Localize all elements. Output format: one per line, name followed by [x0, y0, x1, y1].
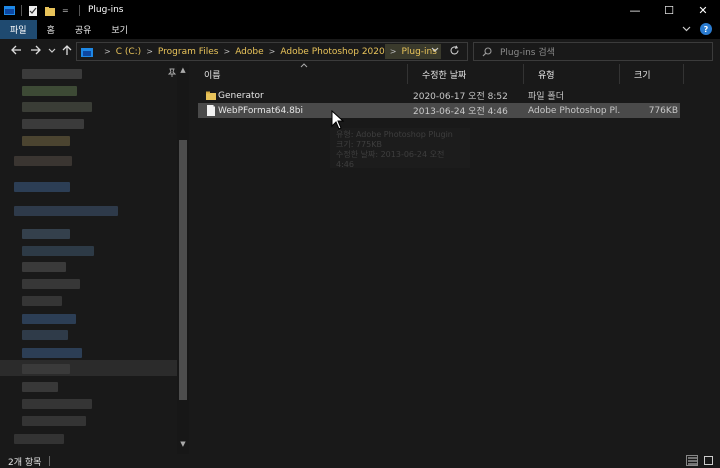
file-name: Generator — [218, 90, 264, 101]
tooltip-size-line: 크기: 775KB — [336, 140, 382, 149]
breadcrumb-separator: > — [146, 47, 153, 56]
breadcrumb-adobe[interactable]: Adobe — [235, 47, 263, 57]
nav-item[interactable] — [22, 69, 82, 79]
divider — [49, 456, 51, 466]
scrollbar-thumb[interactable] — [179, 140, 187, 400]
table-row[interactable]: WebPFormat64.8bi 2013-06-24 오전 4:46 Adob… — [198, 103, 680, 118]
breadcrumb-separator: > — [223, 47, 231, 56]
nav-item[interactable] — [22, 136, 70, 146]
scroll-up-arrow-icon[interactable]: ▲ — [178, 66, 188, 76]
ribbon-tabs: 파일 홈 공유 보기 ? — [0, 20, 720, 39]
file-type: 파일 폴더 — [528, 92, 564, 102]
table-row[interactable]: Generator 2020-06-17 오전 8:52 파일 폴더 — [198, 88, 680, 103]
tab-view[interactable]: 보기 — [101, 20, 138, 39]
nav-item[interactable] — [22, 296, 62, 306]
address-bar[interactable]: > C (C:) > Program Files > Adobe > Adobe… — [76, 42, 468, 61]
forward-arrow-icon[interactable] — [29, 45, 41, 57]
maximize-button[interactable]: ☐ — [652, 0, 686, 20]
column-header-size[interactable]: 크기 — [620, 64, 684, 84]
column-header-type[interactable]: 유형 — [524, 64, 620, 84]
minimize-button[interactable]: — — [618, 0, 652, 20]
breadcrumb-photoshop[interactable]: Adobe Photoshop 2020 — [280, 47, 384, 57]
search-placeholder: Plug-ins 검색 — [500, 48, 555, 58]
recent-locations-chevron-icon[interactable] — [46, 45, 58, 57]
nav-item[interactable] — [22, 102, 92, 112]
address-history-chevron-icon[interactable] — [431, 46, 439, 55]
ribbon-controls: ? — [680, 23, 712, 35]
large-icons-view-icon[interactable] — [702, 455, 714, 466]
search-input[interactable]: Plug-ins 검색 — [473, 42, 713, 61]
file-date: 2013-06-24 오전 4:46 — [413, 107, 508, 117]
column-headers: 이름 수정한 날짜 유형 크기 — [190, 63, 710, 84]
customize-toolbar-icon[interactable]: = — [62, 6, 73, 15]
nav-item[interactable] — [14, 156, 72, 166]
close-button[interactable]: ✕ — [686, 0, 720, 20]
folder-location-icon — [81, 47, 93, 57]
explorer-app-icon[interactable] — [4, 5, 15, 15]
breadcrumb: > C (C:) > Program Files > Adobe > Adobe… — [77, 43, 441, 60]
divider — [79, 4, 80, 16]
tooltip-date-line: 수정한 날짜: 2013-06-24 오전 4:46 — [336, 150, 445, 169]
nav-item[interactable] — [22, 348, 82, 358]
item-count: 2개 항목 — [8, 457, 42, 468]
breadcrumb-separator: > — [268, 47, 276, 56]
caption-buttons: — ☐ ✕ — [618, 0, 720, 20]
nav-item[interactable] — [22, 364, 70, 374]
file-size: 776KB — [648, 105, 678, 116]
expand-ribbon-icon[interactable] — [680, 23, 692, 35]
properties-icon[interactable] — [28, 5, 39, 16]
mouse-cursor-icon — [331, 110, 345, 130]
nav-item[interactable] — [22, 399, 92, 409]
nav-item[interactable] — [22, 229, 70, 239]
pin-icon[interactable] — [167, 68, 177, 80]
breadcrumb-program-files[interactable]: Program Files — [158, 47, 219, 57]
divider — [21, 4, 22, 16]
file-size — [624, 88, 678, 103]
column-header-date[interactable]: 수정한 날짜 — [408, 64, 524, 84]
file-icon — [207, 105, 215, 116]
navigation-pane[interactable] — [0, 64, 190, 454]
breadcrumb-separator: > — [389, 47, 397, 56]
folder-icon — [206, 91, 216, 100]
tooltip-type-line: 유형: Adobe Photoshop Plugin — [336, 130, 453, 139]
breadcrumb-separator: > — [104, 47, 111, 56]
tab-file[interactable]: 파일 — [0, 20, 37, 39]
nav-item[interactable] — [22, 262, 66, 272]
nav-item[interactable] — [14, 182, 70, 192]
file-tooltip: 유형: Adobe Photoshop Plugin 크기: 775KB 수정한… — [330, 128, 470, 169]
nav-item[interactable] — [22, 279, 80, 289]
view-toggle — [686, 455, 714, 466]
nav-item[interactable] — [22, 86, 77, 96]
nav-item[interactable] — [22, 246, 94, 256]
status-bar: 2개 항목 — [0, 454, 720, 468]
file-list[interactable]: 이름 수정한 날짜 유형 크기 Generator 2020-06-17 오전 … — [190, 63, 720, 454]
breadcrumb-drive[interactable]: C (C:) — [116, 47, 141, 57]
quick-access-toolbar: = Plug-ins — [0, 0, 124, 20]
nav-item[interactable] — [14, 434, 64, 444]
column-header-name[interactable]: 이름 — [190, 64, 408, 84]
details-view-icon[interactable] — [686, 455, 698, 466]
nav-item[interactable] — [22, 330, 68, 340]
file-name: WebPFormat64.8bi — [218, 105, 304, 116]
nav-item[interactable] — [14, 206, 118, 216]
tab-home[interactable]: 홈 — [37, 20, 65, 39]
title-bar: = Plug-ins — ☐ ✕ — [0, 0, 720, 20]
tab-share[interactable]: 공유 — [65, 20, 102, 39]
up-arrow-icon[interactable] — [61, 45, 73, 57]
new-folder-icon[interactable] — [45, 6, 56, 16]
file-type: Adobe Photoshop Pl... — [528, 105, 620, 116]
refresh-icon[interactable] — [449, 45, 460, 59]
help-icon[interactable]: ? — [700, 23, 712, 35]
nav-item[interactable] — [22, 119, 84, 129]
nav-item[interactable] — [22, 416, 86, 426]
window-title: Plug-ins — [88, 5, 124, 15]
scroll-down-arrow-icon[interactable]: ▼ — [178, 440, 188, 450]
nav-item[interactable] — [22, 382, 58, 392]
file-date: 2020-06-17 오전 8:52 — [413, 92, 508, 102]
nav-item[interactable] — [22, 314, 76, 324]
back-arrow-icon[interactable] — [10, 45, 22, 57]
search-icon — [482, 46, 492, 56]
nav-pane-scrollbar[interactable]: ▲ ▼ — [177, 64, 189, 454]
